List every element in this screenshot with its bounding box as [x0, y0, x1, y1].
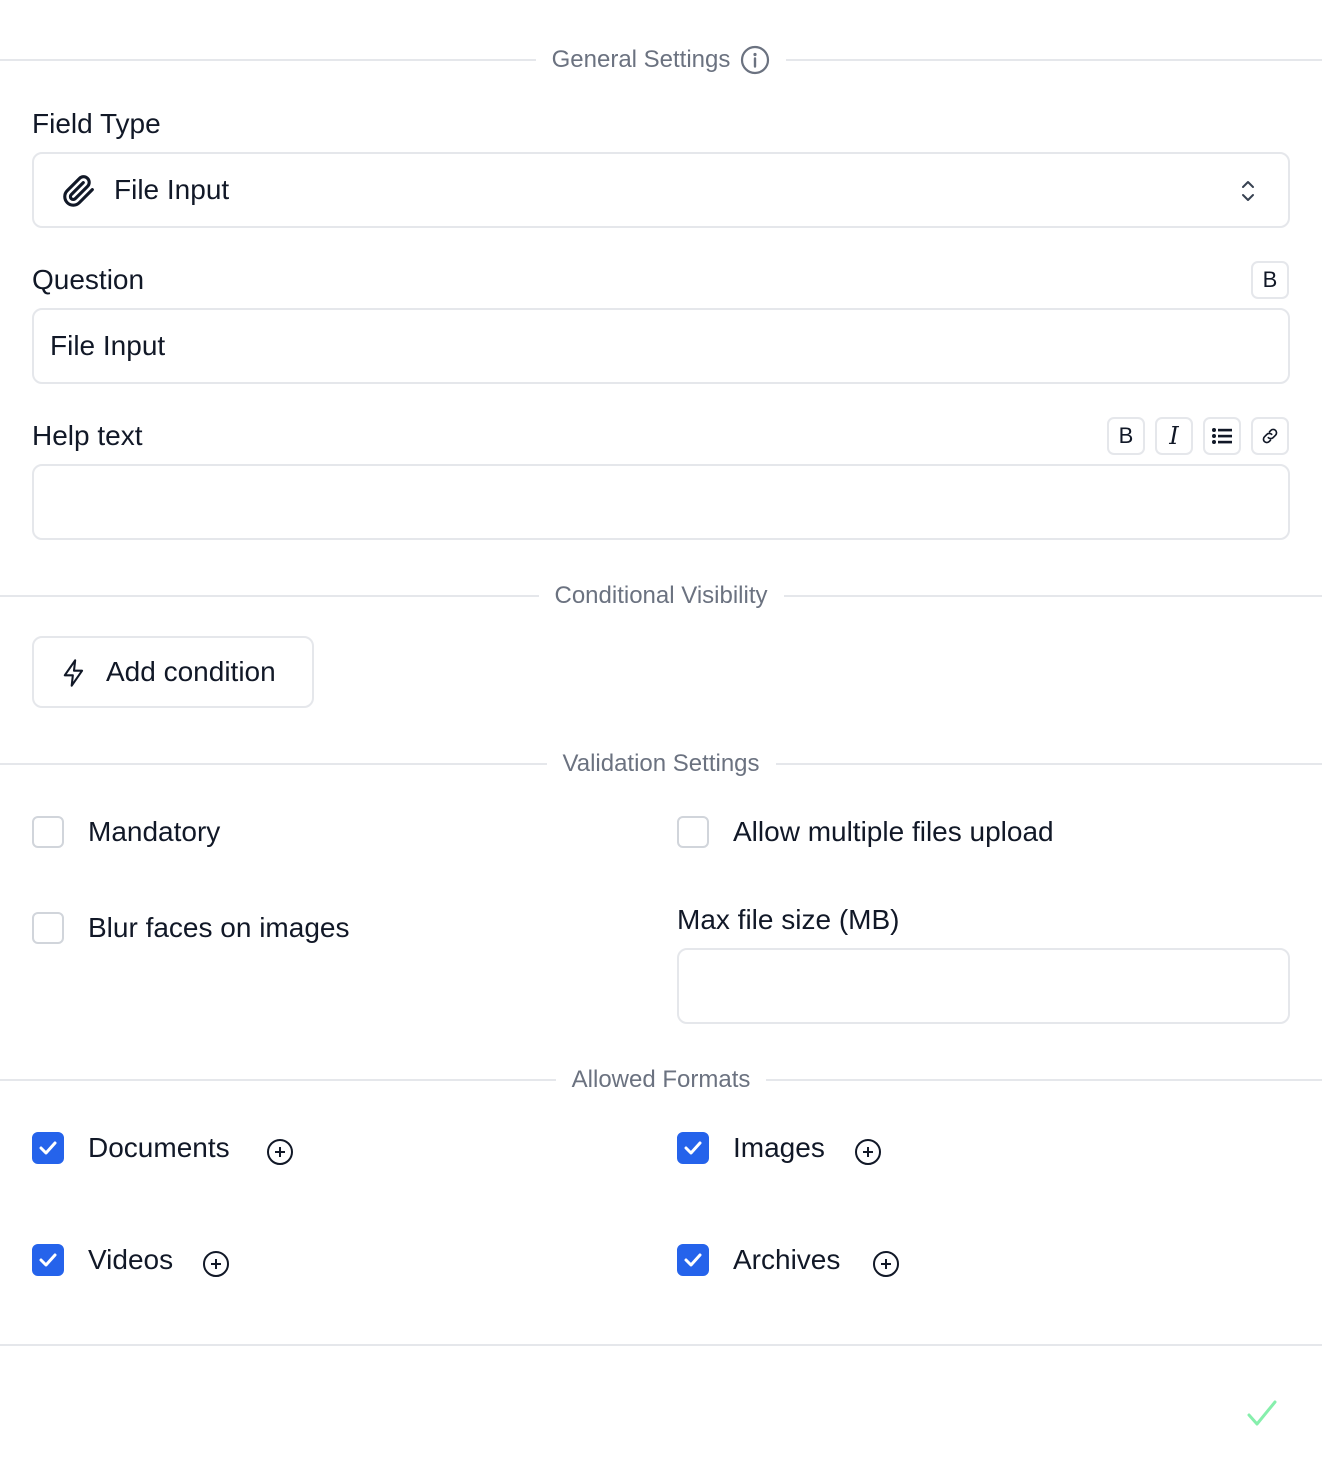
section-title-validation: Validation Settings: [562, 750, 760, 777]
section-title-formats: Allowed Formats: [571, 1066, 751, 1093]
link-icon: [1262, 428, 1278, 444]
help-italic-button[interactable]: I: [1155, 417, 1193, 455]
documents-add-icon[interactable]: [266, 1138, 294, 1166]
archives-checkbox[interactable]: [677, 1244, 709, 1276]
check-icon: [684, 1253, 702, 1267]
check-icon: [39, 1141, 57, 1155]
videos-label: Videos: [88, 1244, 174, 1275]
chevron-up-down-icon: [1242, 181, 1254, 201]
list-icon: [1212, 428, 1232, 444]
documents-label: Documents: [88, 1132, 230, 1163]
multiple-files-label: Allow multiple files upload: [733, 816, 1054, 847]
images-checkbox[interactable]: [677, 1132, 709, 1164]
section-title-general: General Settings: [551, 46, 731, 73]
footer-divider: [0, 1344, 1322, 1346]
max-file-size-input[interactable]: [677, 948, 1290, 1024]
blur-faces-checkbox[interactable]: [32, 912, 64, 944]
videos-checkbox[interactable]: [32, 1244, 64, 1276]
question-input[interactable]: File Input: [32, 308, 1290, 384]
max-file-size-label: Max file size (MB): [677, 904, 900, 935]
blur-faces-label: Blur faces on images: [88, 912, 350, 943]
section-title-conditional: Conditional Visibility: [554, 582, 768, 609]
field-type-label: Field Type: [32, 108, 161, 139]
check-icon: [39, 1253, 57, 1267]
archives-label: Archives: [733, 1244, 841, 1275]
add-condition-button[interactable]: Add condition: [32, 636, 314, 708]
help-list-button[interactable]: [1203, 417, 1241, 455]
add-condition-label: Add condition: [106, 656, 276, 687]
archives-add-icon[interactable]: [872, 1250, 900, 1278]
help-link-button[interactable]: [1251, 417, 1289, 455]
check-icon: [684, 1141, 702, 1155]
help-text-input[interactable]: [32, 464, 1290, 540]
field-type-value: File Input: [114, 174, 230, 205]
section-divider-formats: Allowed Formats: [0, 1060, 1322, 1100]
bold-icon: B: [1262, 267, 1278, 292]
images-label: Images: [733, 1132, 825, 1163]
section-divider-general: General Settings: [0, 40, 1322, 80]
question-bold-button[interactable]: B: [1251, 261, 1289, 299]
info-icon[interactable]: [740, 45, 770, 75]
images-add-icon[interactable]: [854, 1138, 882, 1166]
lightning-bolt-icon: [63, 659, 84, 687]
documents-checkbox[interactable]: [32, 1132, 64, 1164]
confirm-check-icon[interactable]: [1244, 1398, 1280, 1430]
help-bold-button[interactable]: B: [1107, 417, 1145, 455]
question-label: Question: [32, 264, 145, 295]
bold-icon: B: [1118, 423, 1134, 448]
videos-add-icon[interactable]: [202, 1250, 230, 1278]
section-divider-validation: Validation Settings: [0, 744, 1322, 784]
mandatory-checkbox[interactable]: [32, 816, 64, 848]
multiple-files-checkbox[interactable]: [677, 816, 709, 848]
field-type-select[interactable]: File Input: [32, 152, 1290, 228]
question-value: File Input: [50, 330, 166, 361]
paperclip-icon: [63, 175, 94, 207]
italic-icon: I: [1169, 422, 1179, 450]
mandatory-label: Mandatory: [88, 816, 221, 847]
section-divider-conditional: Conditional Visibility: [0, 576, 1322, 616]
help-text-label: Help text: [32, 420, 143, 451]
